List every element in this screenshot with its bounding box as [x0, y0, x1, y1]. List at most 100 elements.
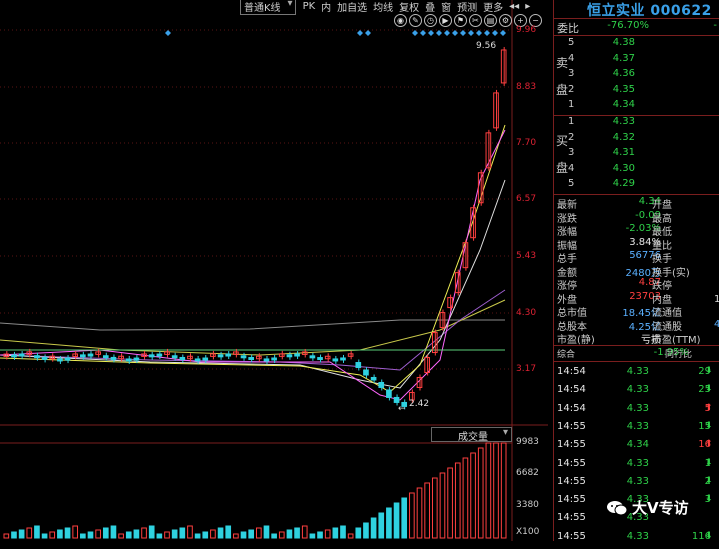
- volume-bar: [447, 467, 453, 539]
- volume-bar: [462, 457, 469, 539]
- volume-bar: [26, 527, 33, 539]
- toolbar-add-watchlist[interactable]: 加自选: [334, 0, 370, 14]
- sell-level-row[interactable]: 2 4.35: [565, 84, 715, 100]
- candle-body: [317, 357, 323, 361]
- draw-icon[interactable]: ✎: [409, 14, 422, 27]
- candle-body: [217, 354, 224, 358]
- toolbar-nei[interactable]: 内: [318, 0, 334, 14]
- volume-bar: [57, 529, 63, 539]
- toolbar-next-arrow[interactable]: ▸: [522, 1, 533, 12]
- tick-row: 14:54 4.33 29 ⬇: [555, 366, 719, 384]
- tick-time: 14:54: [557, 366, 586, 377]
- candle-body: [34, 355, 40, 359]
- chart-icon[interactable]: ▤: [484, 14, 497, 27]
- tick-row: 14:54 4.33 25 ⬇: [555, 384, 719, 402]
- volume-bar: [477, 447, 484, 539]
- composite-label: 综合: [557, 350, 576, 360]
- kline-chart-panel[interactable]: [0, 0, 548, 541]
- volume-bar: [393, 502, 400, 539]
- toolbar-more[interactable]: 更多: [480, 0, 506, 14]
- buy-level-row[interactable]: 3 4.31: [565, 147, 715, 163]
- level-number: 5: [568, 178, 575, 190]
- volume-bar: [64, 527, 71, 539]
- stat-row: 市盈(静) 亏损 市盈(TTM): [555, 331, 719, 346]
- sell-level-row[interactable]: 1 4.34: [565, 99, 715, 115]
- tick-time: 14:54: [557, 402, 586, 414]
- toolbar-adjust[interactable]: 复权: [396, 0, 422, 14]
- tick-row: 14:55 4.34 16 ⬆: [555, 439, 719, 457]
- toolbar-prev-arrow[interactable]: ◂◂: [506, 1, 522, 12]
- candle-body: [355, 362, 362, 369]
- gear-icon[interactable]: ⚙: [499, 14, 512, 27]
- volume-bar: [278, 531, 285, 539]
- toolbar-window[interactable]: 窗: [438, 0, 454, 14]
- high-marker: 9.56: [476, 41, 497, 51]
- kline-chart[interactable]: [0, 0, 548, 541]
- play-icon[interactable]: ▶: [439, 14, 452, 27]
- buy-level-row[interactable]: 5 4.29: [565, 178, 715, 194]
- kline-type-select[interactable]: 普通K线: [240, 0, 296, 15]
- tick-time: 14:54: [557, 384, 586, 396]
- volume-bar: [470, 452, 476, 539]
- toolbar-ma[interactable]: 均线: [370, 0, 396, 14]
- volume-bar: [34, 525, 40, 539]
- volume-bar: [416, 487, 423, 539]
- volume-bar: [431, 477, 438, 539]
- tick-price: 4.33: [626, 475, 649, 487]
- flag-icon[interactable]: ⚑: [454, 14, 467, 27]
- buy-level-row[interactable]: 2 4.32: [565, 132, 715, 148]
- chart-toolbar: 普通K线 PK 内 加自选 均线 复权 叠 窗 预测 更多 ◂◂ ▸: [240, 0, 533, 15]
- volume-bar: [454, 462, 461, 539]
- tick-direction-icon: ⬇: [705, 530, 713, 541]
- tick-price: 4.33: [626, 530, 649, 542]
- candle-body: [363, 369, 369, 376]
- scissors-icon[interactable]: ✂: [469, 14, 482, 27]
- candle-body: [102, 355, 109, 359]
- sell-level-row[interactable]: 5 4.38: [565, 37, 715, 53]
- ma-line-120: [0, 299, 506, 356]
- level-price: 4.34: [612, 99, 635, 111]
- event-marker-diamond: [420, 30, 426, 36]
- volume-bar: [301, 525, 308, 539]
- wechat-icon: [607, 500, 628, 515]
- volume-bar: [378, 512, 385, 539]
- buy-level-row[interactable]: 4 4.30: [565, 163, 715, 179]
- price-axis-label: 3.17: [516, 364, 537, 374]
- toolbar-overlay[interactable]: 叠: [422, 0, 438, 14]
- price-axis-label: 4.30: [516, 308, 537, 318]
- candle-body: [386, 389, 392, 398]
- tick-direction-icon: ⬇: [705, 366, 713, 376]
- peer-compare-tab[interactable]: 同行比: [665, 347, 692, 360]
- candle-body: [370, 376, 377, 381]
- volume-indicator-label: 成交量: [458, 432, 488, 443]
- tick-row: 14:55 4.33 15 ⬇: [555, 421, 719, 439]
- tick-row: 14:55 4.33 2 ⬇: [555, 476, 719, 494]
- event-marker-diamond: [476, 30, 482, 36]
- sell-level-row[interactable]: 4 4.37: [565, 53, 715, 69]
- low-marker-arrow: ←: [398, 404, 406, 414]
- volume-indicator-select[interactable]: 成交量 ▾: [431, 427, 512, 443]
- candle-body: [80, 354, 86, 358]
- level-price: 4.38: [612, 37, 635, 48]
- level-number: 2: [568, 131, 575, 143]
- sell-level-row[interactable]: 3 4.36: [565, 68, 715, 84]
- volume-bar: [171, 529, 178, 539]
- volume-bar: [156, 533, 163, 539]
- weibi-label: 委比: [557, 22, 579, 35]
- toolbar-forecast[interactable]: 预测: [454, 0, 480, 14]
- volume-bar: [424, 482, 430, 539]
- tick-time: 14:55: [557, 494, 586, 506]
- eye-icon[interactable]: ◉: [394, 14, 407, 27]
- stock-title: 恒立实业 000622: [587, 0, 712, 20]
- buy-level-row[interactable]: 1 4.33: [565, 116, 715, 132]
- level-price: 4.36: [612, 68, 635, 80]
- toolbar-pk[interactable]: PK: [300, 1, 319, 12]
- ma-line-250: [0, 319, 505, 331]
- clock-icon[interactable]: ◷: [424, 14, 437, 27]
- stat-label-right: 市盈(TTM): [652, 335, 701, 346]
- stat-edge-value: 4: [714, 319, 719, 330]
- tick-time: 14:55: [557, 439, 586, 451]
- tick-row: 14:55 4.33 1 ⬇: [555, 458, 719, 476]
- volume-axis-label: 6682: [516, 468, 539, 478]
- volume-axis-label: 3380: [516, 500, 539, 510]
